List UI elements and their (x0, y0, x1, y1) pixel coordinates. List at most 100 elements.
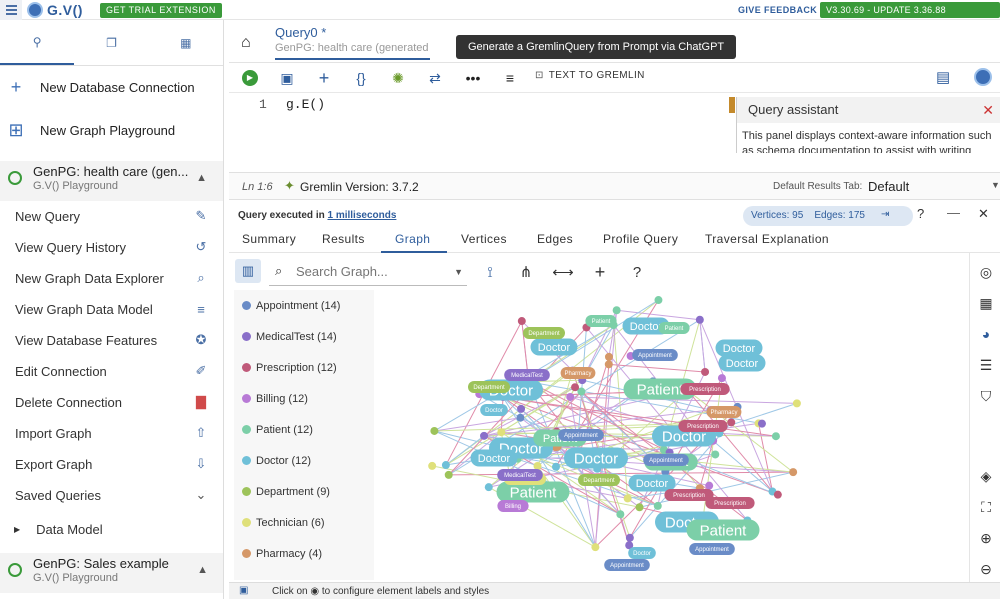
graph-node[interactable] (773, 490, 782, 499)
graph-node-label[interactable]: Appointment (643, 454, 689, 466)
legend-item[interactable]: Doctor (12) (234, 445, 374, 476)
graph-node-label[interactable]: Pharmacy (706, 406, 742, 418)
graph-node-label[interactable]: Doctor (530, 338, 578, 356)
graph-canvas[interactable]: Doctor Doctor Doctor Doctor Doctor Patient Pat… (374, 290, 969, 580)
save-icon[interactable]: ▣ (278, 69, 296, 87)
sidebar-item-data-explorer[interactable]: New Graph Data Explorer ⌕ (0, 263, 223, 294)
graph-node[interactable] (533, 461, 542, 470)
graph-node-label[interactable]: Doctor (470, 449, 518, 467)
sliders-icon[interactable]: ☰ (976, 355, 996, 375)
sidebar-item-export-graph[interactable]: Export Graph ⇩ (0, 449, 223, 480)
graph-node[interactable] (612, 306, 621, 315)
graph-node[interactable] (484, 483, 493, 492)
graph-edge[interactable] (699, 319, 706, 373)
locate-icon[interactable]: ◎ (976, 262, 996, 282)
layers-icon[interactable]: ◈ (976, 466, 996, 486)
graph-node[interactable] (695, 315, 704, 324)
graph-node-label[interactable]: Pharmacy (560, 367, 596, 379)
assistant-logo-icon[interactable] (974, 68, 992, 86)
graph-node[interactable] (789, 468, 798, 477)
home-icon[interactable]: ⌂ (241, 34, 251, 52)
get-trial-button[interactable]: GET TRIAL EXTENSION (100, 3, 222, 18)
graph-node-label[interactable]: Appointment (632, 349, 678, 361)
chevron-up-icon[interactable]: ▲ (197, 564, 208, 576)
code-editor[interactable]: 1 g.E() (229, 93, 729, 153)
graph-node-label[interactable]: Doctor (628, 474, 676, 492)
close-icon[interactable]: ✕ (982, 97, 994, 123)
new-graph-playground-button[interactable]: ⊞ New Graph Playground (0, 109, 223, 152)
code-line[interactable]: g.E() (286, 97, 325, 112)
graph-node[interactable] (654, 296, 663, 305)
graph-node[interactable] (566, 392, 575, 401)
table-icon[interactable]: ▦ (976, 293, 996, 313)
default-results-select[interactable]: Default (868, 179, 909, 194)
graph-node[interactable] (635, 503, 644, 512)
graph-node[interactable] (625, 533, 634, 542)
graph-node[interactable] (551, 462, 560, 471)
tab-traversal-explanation[interactable]: Traversal Explanation (705, 232, 829, 246)
graph-node-label[interactable]: Department (523, 327, 565, 339)
graph-node-label[interactable]: MedicalTest (504, 369, 550, 381)
chat-icon[interactable]: ▤ (936, 68, 950, 86)
graph-node[interactable] (497, 428, 506, 437)
graph-edge[interactable] (613, 325, 629, 499)
graph-node-label[interactable]: Doctor (564, 447, 628, 469)
graph-node[interactable] (604, 352, 613, 361)
graph-node[interactable] (480, 431, 489, 440)
graph-node-label[interactable]: Prescription (678, 420, 728, 432)
legend-item[interactable]: Billing (12) (234, 383, 374, 414)
graph-node[interactable] (623, 494, 632, 503)
text-to-gremlin-button[interactable]: ⊡ TEXT TO GREMLIN (535, 70, 645, 81)
debug-icon[interactable]: ✺ (389, 69, 407, 87)
list-star-icon[interactable]: ≡ (501, 69, 519, 87)
graph-node-label[interactable]: Prescription (664, 489, 714, 501)
graph-node-label[interactable]: Patient (585, 315, 617, 327)
menu-icon[interactable] (0, 0, 22, 20)
sidebar-item-query-history[interactable]: View Query History ↺ (0, 232, 223, 263)
connections-tab-icon[interactable]: ⚲ (0, 20, 75, 65)
zoom-out-icon[interactable]: ⊖ (976, 559, 996, 579)
path-icon[interactable]: ⟟ (480, 262, 500, 282)
palette-icon[interactable]: ◕ (976, 324, 996, 344)
legend-item[interactable]: Prescription (12) (234, 352, 374, 383)
caret-down-icon[interactable]: ▼ (454, 267, 463, 277)
search-graph[interactable]: ⌕ ▼ (269, 261, 467, 286)
graph-node[interactable] (771, 432, 780, 441)
graph-node-label[interactable]: Appointment (689, 543, 735, 555)
export-icon[interactable]: ⇥ (881, 209, 889, 220)
legend-item[interactable]: MedicalTest (14) (234, 321, 374, 352)
graph-node[interactable] (757, 419, 766, 428)
graph-node[interactable] (711, 450, 720, 459)
graph-node[interactable] (616, 510, 625, 519)
legend-item[interactable]: Department (9) (234, 476, 374, 507)
graph-node-label[interactable]: Department (468, 381, 510, 393)
sidebar-item-edit-connection[interactable]: Edit Connection ✐ (0, 356, 223, 387)
help-icon[interactable]: ? (627, 262, 647, 282)
tab-profile-query[interactable]: Profile Query (603, 232, 678, 246)
tab-summary[interactable]: Summary (242, 232, 296, 246)
sidebar-item-import-graph[interactable]: Import Graph ⇧ (0, 418, 223, 449)
graph-svg[interactable]: DoctorDoctorDoctorDoctorDoctor PatientPat… (374, 290, 969, 580)
graph-node-label[interactable]: Billing (497, 500, 529, 512)
graph-node[interactable] (430, 426, 439, 435)
new-database-connection-button[interactable]: + New Database Connection (0, 66, 223, 109)
graph-node[interactable] (717, 374, 726, 383)
tab-results[interactable]: Results (322, 232, 365, 246)
format-braces-icon[interactable]: {} (352, 69, 370, 87)
graph-node-label[interactable]: Prescription (705, 497, 755, 509)
sidebar-item-new-query[interactable]: New Query ✎ (0, 201, 223, 232)
graph-node-label[interactable]: Doctor (718, 354, 766, 372)
legend-item[interactable]: Pharmacy (4) (234, 538, 374, 569)
filter-icon[interactable]: ⛉ (976, 386, 996, 406)
add-icon[interactable]: + (315, 68, 333, 88)
graph-node[interactable] (517, 317, 526, 326)
connection-header[interactable]: GenPG: health care (gen... G.V() Playgro… (0, 161, 223, 201)
graph-node[interactable] (792, 399, 801, 408)
graph-node-label[interactable]: Doctor (715, 339, 763, 357)
zoom-in-icon[interactable]: ⊕ (976, 528, 996, 548)
graph-node-label[interactable]: Patient (658, 322, 690, 334)
sidebar-item-database-features[interactable]: View Database Features ✪ (0, 325, 223, 356)
graph-node-label[interactable]: Department (578, 474, 620, 486)
graph-node[interactable] (441, 461, 450, 470)
chevron-up-icon[interactable]: ▲ (196, 172, 207, 184)
